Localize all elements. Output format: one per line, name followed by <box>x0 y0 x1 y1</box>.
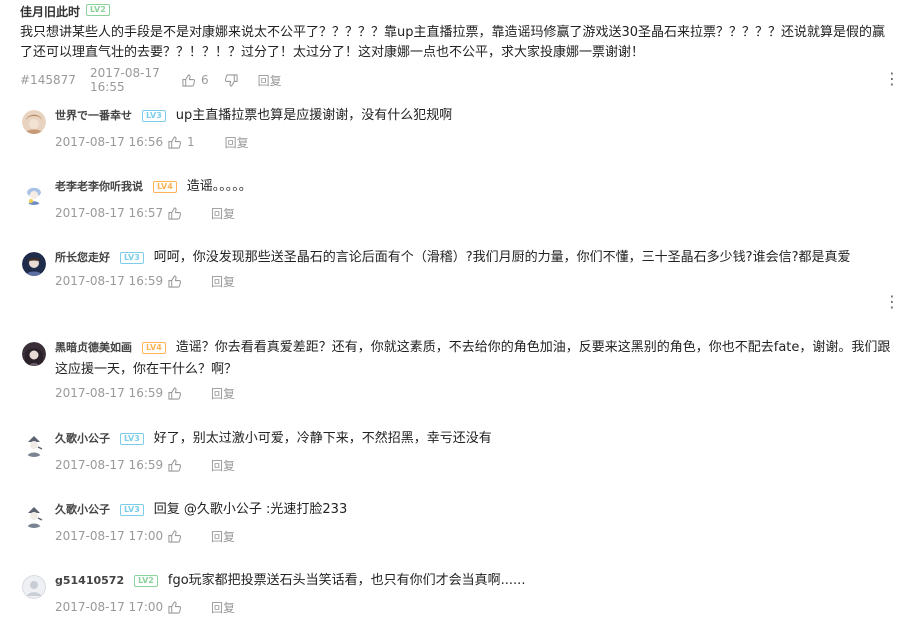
more-vertical-icon[interactable]: ⋮ <box>884 71 900 87</box>
reply-text: 呵呵，你没发现那些送圣晶石的言论后面有个（滑稽）?我们月厨的力量，你们不懂，三十… <box>153 250 851 265</box>
reply-button[interactable]: 回复 <box>211 385 235 402</box>
reply-meta: 2017-08-17 16:57 回复 <box>55 205 892 222</box>
comment-thread: 佳月旧此时 LV2 我只想讲某些人的手段是不是对康娜来说太不公平了？？？？？靠u… <box>0 0 910 627</box>
reply-username[interactable]: g51410572 <box>55 574 124 587</box>
level-badge: LV2 <box>134 575 158 587</box>
thumbs-up-icon <box>168 529 181 543</box>
reply-time: 2017-08-17 16:56 <box>55 135 164 149</box>
avatar[interactable] <box>22 342 46 366</box>
like-count: 6 <box>201 73 209 87</box>
reply-time: 2017-08-17 17:00 <box>55 529 164 543</box>
reply-time: 2017-08-17 16:59 <box>55 458 164 472</box>
reply-button[interactable]: 回复 <box>211 599 235 616</box>
level-badge: LV3 <box>120 504 144 516</box>
thumbs-up-icon <box>168 600 181 614</box>
like-count: 1 <box>187 135 195 149</box>
reply-button[interactable]: 回复 <box>211 457 235 474</box>
reply-text: 造谣。。。。。 <box>186 179 252 194</box>
reply-button[interactable]: 回复 <box>258 72 282 89</box>
like-button[interactable] <box>168 206 187 220</box>
reply-meta: 2017-08-17 16:59 回复 <box>55 273 892 290</box>
like-button[interactable] <box>168 458 187 472</box>
reply-username[interactable]: 黑暗贞德美如画 <box>55 341 132 354</box>
reply-username[interactable]: 世界で一番幸せ <box>55 109 132 122</box>
reply-text: 好了，别太过激小可爱，冷静下来，不然招黑，幸亏还没有 <box>153 431 492 446</box>
main-comment-text: 我只想讲某些人的手段是不是对康娜来说太不公平了？？？？？靠up主直播拉票，靠造谣… <box>20 25 886 60</box>
level-badge: LV2 <box>86 4 110 16</box>
reply-username[interactable]: 老李老李你听我说 <box>55 180 143 193</box>
reply-text: 造谣？你去看看真爱差距？还有，你就这素质，不去给你的角色加油，反要来这黑别的角色… <box>55 340 891 377</box>
level-badge: LV3 <box>120 252 144 264</box>
like-button[interactable]: 6 <box>182 73 209 87</box>
thumbs-up-icon <box>168 135 181 149</box>
reply-meta: 2017-08-17 16:59 回复 <box>55 457 892 474</box>
thumbs-up-icon <box>168 206 181 220</box>
like-button[interactable] <box>168 529 187 543</box>
more-vertical-icon[interactable]: ⋮ <box>884 294 900 310</box>
reply-username[interactable]: 所长您走好 <box>55 251 110 264</box>
reply-time: 2017-08-17 16:57 <box>55 206 164 220</box>
reply-button[interactable]: 回复 <box>211 528 235 545</box>
reply-username[interactable]: 久歌小公子 <box>55 432 110 445</box>
like-button[interactable]: 1 <box>168 135 195 149</box>
reply-time: 2017-08-17 16:59 <box>55 386 164 400</box>
like-button[interactable] <box>168 600 187 614</box>
reply-text: fgo玩家都把投票送石头当笑话看，也只有你们才会当真啊...... <box>167 573 526 588</box>
level-badge: LV3 <box>120 433 144 445</box>
reply-button[interactable]: 回复 <box>211 205 235 222</box>
like-button[interactable] <box>168 386 187 400</box>
reply-button[interactable]: 回复 <box>211 273 235 290</box>
reply-meta: 2017-08-17 17:00 回复 <box>55 528 892 545</box>
level-badge: LV3 <box>142 110 166 122</box>
avatar[interactable] <box>22 252 46 276</box>
level-badge: LV4 <box>153 181 177 193</box>
like-button[interactable] <box>168 274 187 288</box>
avatar[interactable] <box>22 433 46 457</box>
reply-text: up主直播拉票也算是应援谢谢，没有什么犯规啊 <box>175 108 453 123</box>
dislike-button[interactable] <box>224 73 238 87</box>
reply-meta: 2017-08-17 16:56 1 回复 <box>55 134 892 151</box>
avatar[interactable] <box>22 110 46 134</box>
reply-meta: 2017-08-17 16:59 回复 <box>55 385 892 402</box>
floor-number: #145877 <box>20 73 76 87</box>
thumbs-up-icon <box>182 73 195 87</box>
main-comment: 佳月旧此时 LV2 我只想讲某些人的手段是不是对康娜来说太不公平了？？？？？靠u… <box>20 3 900 94</box>
thumbs-up-icon <box>168 274 181 288</box>
reply-username[interactable]: 久歌小公子 <box>55 503 110 516</box>
reply-time: 2017-08-17 16:59 <box>55 274 164 288</box>
level-badge: LV4 <box>142 342 166 354</box>
reply-text: 回复 @久歌小公子 :光速打脸233 <box>153 502 348 517</box>
main-comment-meta: #145877 2017-08-17 16:55 6 回复 <box>20 66 282 94</box>
reply-meta: 2017-08-17 17:00 回复 <box>55 599 892 616</box>
avatar[interactable] <box>22 575 46 599</box>
reply-time: 2017-08-17 17:00 <box>55 600 164 614</box>
thumbs-up-icon <box>168 458 181 472</box>
avatar[interactable] <box>22 181 46 205</box>
reply-button[interactable]: 回复 <box>225 134 249 151</box>
main-comment-header: 佳月旧此时 LV2 <box>20 3 896 20</box>
comment-time: 2017-08-17 16:55 <box>90 66 160 94</box>
main-comment-username[interactable]: 佳月旧此时 <box>20 3 80 20</box>
thumbs-down-icon <box>224 73 238 87</box>
avatar[interactable] <box>22 504 46 528</box>
thumbs-up-icon <box>168 386 181 400</box>
